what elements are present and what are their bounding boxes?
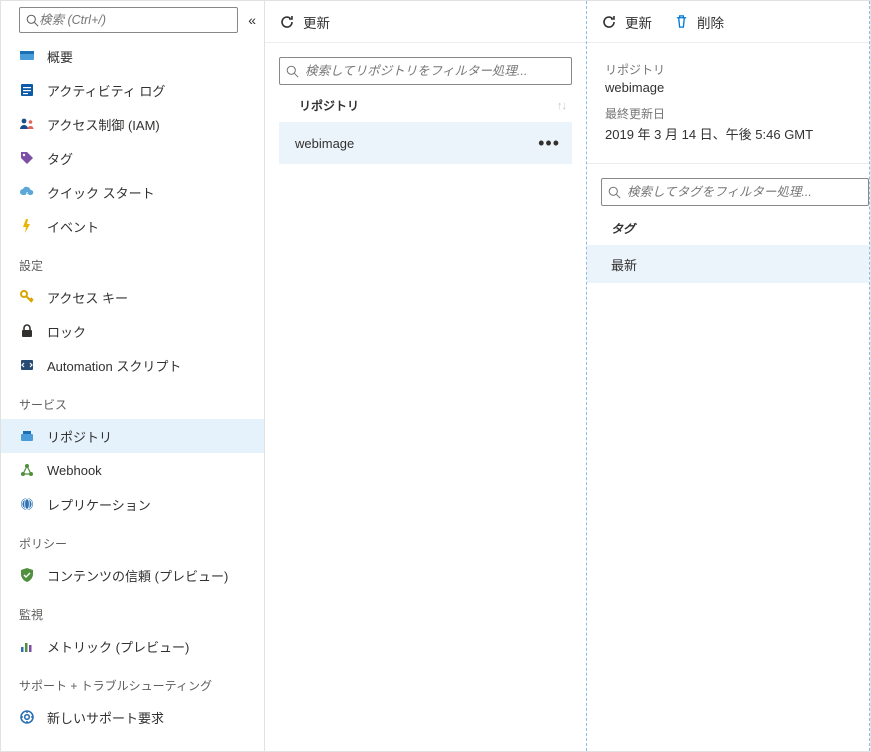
tag-row[interactable]: 最新 xyxy=(587,245,869,283)
sidebar-item-label: 新しいサポート要求 xyxy=(47,708,164,727)
tag-filter-input[interactable] xyxy=(627,185,862,199)
sidebar-item-activity-log[interactable]: アクティビティ ログ xyxy=(1,73,264,107)
delete-button[interactable]: 削除 xyxy=(674,12,724,32)
sidebar-item-replication[interactable]: レプリケーション xyxy=(1,487,264,521)
collapse-sidebar-button[interactable]: « xyxy=(246,10,258,30)
sidebar-item-label: アクセス制御 (IAM) xyxy=(47,115,160,134)
search-icon xyxy=(26,14,39,27)
repo-list-toolbar: 更新 xyxy=(265,1,586,43)
sidebar-item-repositories[interactable]: リポジトリ xyxy=(1,419,264,453)
tag-name: 最新 xyxy=(611,255,637,274)
section-monitor: 監視 xyxy=(1,592,264,629)
access-control-icon xyxy=(19,116,35,132)
refresh-label: 更新 xyxy=(303,12,330,32)
repo-column-label: リポジトリ xyxy=(299,97,359,114)
tag-header: タグ xyxy=(587,206,869,245)
refresh-label: 更新 xyxy=(625,12,652,32)
sidebar-item-label: リポジトリ xyxy=(47,427,112,446)
refresh-button[interactable]: 更新 xyxy=(279,12,330,32)
sidebar-item-label: クイック スタート xyxy=(47,183,155,202)
script-icon xyxy=(19,357,35,373)
sidebar-item-label: 概要 xyxy=(47,47,73,66)
sidebar-item-label: メトリック (プレビュー) xyxy=(47,637,189,656)
sidebar-item-content-trust[interactable]: コンテンツの信頼 (プレビュー) xyxy=(1,558,264,592)
repo-row[interactable]: webimage ••• xyxy=(279,122,572,164)
section-support: サポート + トラブルシューティング xyxy=(1,663,264,700)
sidebar-item-label: レプリケーション xyxy=(47,495,151,514)
sidebar-item-metrics[interactable]: メトリック (プレビュー) xyxy=(1,629,264,663)
search-icon xyxy=(608,186,621,199)
repo-list-panel: 更新 リポジトリ ↑↓ webimage ••• xyxy=(265,1,587,751)
sidebar-item-label: Webhook xyxy=(47,463,102,478)
webhook-icon xyxy=(19,462,35,478)
overview-icon xyxy=(19,48,35,64)
section-policy: ポリシー xyxy=(1,521,264,558)
tag-filter[interactable] xyxy=(601,178,869,206)
sidebar-item-label: ロック xyxy=(47,322,86,341)
events-icon xyxy=(19,218,35,234)
sort-icon[interactable]: ↑↓ xyxy=(557,100,566,112)
sidebar-item-lock[interactable]: ロック xyxy=(1,314,264,348)
repo-detail-toolbar: 更新 削除 xyxy=(587,1,869,43)
sidebar-search-input[interactable] xyxy=(39,13,231,27)
refresh-button[interactable]: 更新 xyxy=(601,12,652,32)
refresh-icon xyxy=(279,14,295,30)
key-icon xyxy=(19,289,35,305)
tag-icon xyxy=(19,150,35,166)
sidebar-item-automation-script[interactable]: Automation スクリプト xyxy=(1,348,264,382)
section-services: サービス xyxy=(1,382,264,419)
updated-value: 2019 年 3 月 14 日、午後 5:46 GMT xyxy=(605,124,851,143)
refresh-icon xyxy=(601,14,617,30)
sidebar-item-tags[interactable]: タグ xyxy=(1,141,264,175)
repo-filter-input[interactable] xyxy=(305,64,565,78)
sidebar-item-access-control[interactable]: アクセス制御 (IAM) xyxy=(1,107,264,141)
sidebar-item-events[interactable]: イベント xyxy=(1,209,264,243)
shield-icon xyxy=(19,567,35,583)
delete-label: 削除 xyxy=(697,12,724,32)
activity-log-icon xyxy=(19,82,35,98)
sidebar-search[interactable] xyxy=(19,7,238,33)
sidebar-item-new-support-request[interactable]: 新しいサポート要求 xyxy=(1,700,264,734)
quick-start-icon xyxy=(19,184,35,200)
sidebar-item-label: イベント xyxy=(47,217,99,236)
sidebar-item-label: アクティビティ ログ xyxy=(47,81,165,100)
delete-icon xyxy=(674,14,689,29)
more-actions-button[interactable]: ••• xyxy=(538,133,560,154)
support-icon xyxy=(19,709,35,725)
search-icon xyxy=(286,65,299,78)
sidebar-menu: 概要 アクティビティ ログ アクセス制御 (IAM) タグ xyxy=(1,39,264,734)
repo-detail-panel: 更新 削除 リポジトリ webimage 最終更新日 2019 年 3 月 14… xyxy=(587,1,870,751)
repo-filter[interactable] xyxy=(279,57,572,85)
metrics-icon xyxy=(19,638,35,654)
sidebar-item-access-keys[interactable]: アクセス キー xyxy=(1,280,264,314)
sidebar-item-overview[interactable]: 概要 xyxy=(1,39,264,73)
repo-name: webimage xyxy=(295,136,354,151)
repo-value: webimage xyxy=(605,80,851,95)
repository-icon xyxy=(19,428,35,444)
sidebar-item-quick-start[interactable]: クイック スタート xyxy=(1,175,264,209)
section-settings: 設定 xyxy=(1,243,264,280)
sidebar-item-label: コンテンツの信頼 (プレビュー) xyxy=(47,566,228,585)
sidebar-item-label: アクセス キー xyxy=(47,288,128,307)
replication-icon xyxy=(19,496,35,512)
sidebar-item-label: Automation スクリプト xyxy=(47,356,181,375)
sidebar: « 概要 アクティビティ ログ アクセス制御 (IAM) xyxy=(1,1,265,751)
repo-label: リポジトリ xyxy=(605,61,851,78)
updated-label: 最終更新日 xyxy=(605,105,851,122)
sidebar-item-webhook[interactable]: Webhook xyxy=(1,453,264,487)
repo-list-header[interactable]: リポジトリ ↑↓ xyxy=(279,85,572,122)
sidebar-item-label: タグ xyxy=(47,149,73,168)
lock-icon xyxy=(19,323,35,339)
